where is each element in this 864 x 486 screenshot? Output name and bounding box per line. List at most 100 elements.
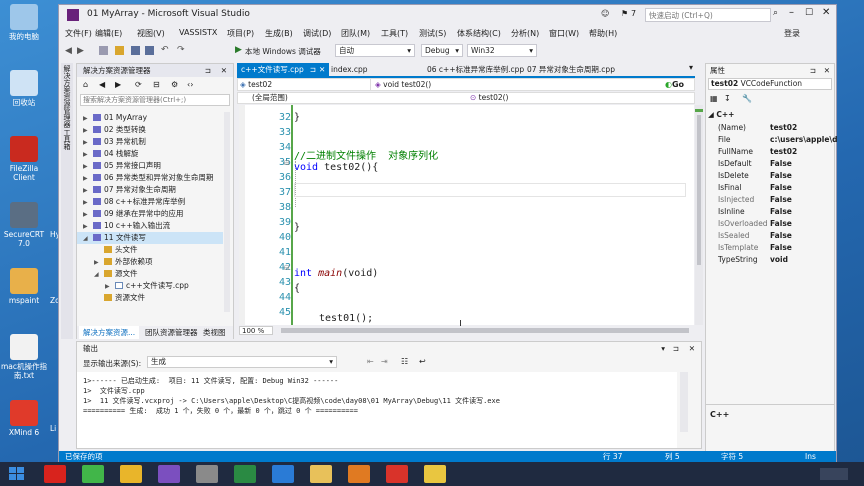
tree-item[interactable]: ▶ 01 MyArray	[77, 112, 223, 124]
desktop-icon[interactable]: mac机操作指南.txt	[0, 334, 48, 380]
minimize-button[interactable]: –	[789, 7, 794, 18]
function-nav-dropdown[interactable]: ◈ void test02()	[370, 79, 662, 90]
pin-icon[interactable]: ⊐	[810, 64, 816, 77]
zoom-dropdown[interactable]: 100 %	[239, 326, 273, 335]
chrome-icon[interactable]	[120, 465, 142, 483]
property-pages-icon[interactable]: 🔧	[742, 94, 752, 103]
tree-item[interactable]: ▶ c++文件读写.cpp	[77, 280, 223, 292]
output-source-dropdown[interactable]: 生成 ▾	[147, 356, 337, 368]
tree-item[interactable]: ▶ 09 继承在异常中的应用	[77, 208, 223, 220]
xmind-icon[interactable]	[386, 465, 408, 483]
tree-item[interactable]: ▶ 06 异常类型和异常对象生命周期	[77, 172, 223, 184]
login-link[interactable]: 登录	[784, 28, 800, 39]
menu-item[interactable]: 工具(T)	[381, 28, 408, 39]
menu-item[interactable]: 分析(N)	[511, 28, 539, 39]
menu-item[interactable]: 团队(M)	[341, 28, 370, 39]
editor-tab[interactable]: 06 c++标准异常库举例.cpp	[423, 63, 528, 76]
properties-object-dropdown[interactable]: test02 VCCodeFunction	[708, 78, 832, 90]
clear-all-icon[interactable]: ☷	[401, 357, 408, 366]
property-row[interactable]: IsFinal False	[706, 182, 834, 194]
platform-dropdown[interactable]: Win32 ▾	[467, 44, 537, 57]
close-tab-icon[interactable]: ✕	[319, 65, 325, 74]
menu-item[interactable]: 项目(P)	[227, 28, 254, 39]
tree-item[interactable]: ▶ 02 类型转换	[77, 124, 223, 136]
search-icon[interactable]: ⌕	[773, 8, 778, 18]
system-tray[interactable]	[820, 468, 848, 480]
visual-studio-icon[interactable]	[158, 465, 180, 483]
editor-tab[interactable]: index.cpp	[327, 63, 372, 76]
save-icon[interactable]	[131, 46, 140, 55]
qt-icon[interactable]	[82, 465, 104, 483]
prev-message-icon[interactable]: ⇤	[367, 357, 374, 366]
editor-tab[interactable]: 07 异常对象生命周期.cpp	[523, 63, 619, 76]
collapse-all-icon[interactable]: ⊟	[153, 80, 160, 89]
feiq-icon[interactable]	[424, 465, 446, 483]
menu-item[interactable]: 帮助(H)	[589, 28, 617, 39]
vassistx-icon[interactable]	[196, 465, 218, 483]
solution-bottom-tab[interactable]: 团队资源管理器	[141, 326, 202, 339]
outline-collapse-icon[interactable]: ⊟	[284, 159, 290, 167]
property-row[interactable]: IsDefault False	[706, 158, 834, 170]
excel-icon[interactable]	[234, 465, 256, 483]
solution-search-input[interactable]	[80, 94, 230, 106]
tree-item[interactable]: ▶ 05 异常接口声明	[77, 160, 223, 172]
properties-icon[interactable]: ⚙	[171, 80, 178, 89]
solution-config-dropdown[interactable]: 自动 ▾	[335, 44, 415, 57]
close-panel-icon[interactable]: ✕	[824, 64, 830, 77]
side-tab-solution[interactable]: 解决方案资源管理器	[62, 65, 72, 128]
tree-item[interactable]: ▶ 04 栈解旋	[77, 148, 223, 160]
scope-dropdown[interactable]: (全局范围)	[252, 93, 288, 103]
menu-item[interactable]: 编辑(E)	[95, 28, 122, 39]
feedback-icon[interactable]: ☺	[601, 9, 609, 18]
property-row[interactable]: IsSealed False	[706, 230, 834, 242]
property-row[interactable]: File c:\users\apple\d	[706, 134, 838, 146]
menu-item[interactable]: 生成(B)	[265, 28, 293, 39]
member-dropdown[interactable]: ⊙ test02()	[470, 93, 508, 103]
explorer-icon[interactable]	[310, 465, 332, 483]
tree-item[interactable]: ◢ 源文件	[77, 268, 223, 280]
alphabetical-icon[interactable]: ↧	[724, 94, 731, 103]
tree-item[interactable]: 头文件	[77, 244, 223, 256]
start-icon[interactable]	[6, 465, 28, 483]
property-row[interactable]: TypeString void	[706, 254, 834, 266]
pin-icon[interactable]: ⊐	[310, 65, 316, 74]
code-view-icon[interactable]: ‹›	[187, 80, 193, 89]
snagit-icon[interactable]	[348, 465, 370, 483]
config-dropdown[interactable]: Debug ▾	[421, 44, 463, 57]
output-scrollbar[interactable]	[680, 372, 688, 432]
record-icon[interactable]	[44, 465, 66, 483]
menu-item[interactable]: 窗口(W)	[549, 28, 579, 39]
project-nav-dropdown[interactable]: ◈ test02	[240, 79, 356, 90]
tree-item[interactable]: 资源文件	[77, 292, 223, 304]
open-icon[interactable]	[115, 46, 124, 55]
tree-item[interactable]: ▶ 07 异常对象生命周期	[77, 184, 223, 196]
property-row[interactable]: (Name) test02	[706, 122, 834, 134]
tree-item[interactable]: ▶ 03 异常机制	[77, 136, 223, 148]
sync-icon[interactable]: ⟳	[135, 80, 142, 89]
run-label[interactable]: 本地 Windows 调试器	[245, 46, 321, 57]
desktop-icon[interactable]: SecureCRT 7.0	[0, 202, 48, 248]
quick-launch-input[interactable]	[645, 8, 771, 22]
side-tab-toolbox[interactable]: 工具箱	[62, 129, 72, 150]
editor-tab[interactable]: c++文件读写.cpp ⊐ ✕	[237, 63, 330, 76]
horizontal-scrollbar[interactable]	[281, 328, 689, 333]
save-all-icon[interactable]	[145, 46, 154, 55]
editor-vertical-scrollbar[interactable]	[695, 105, 703, 325]
tree-item[interactable]: ▶ 10 c++输入输出流	[77, 220, 223, 232]
outline-collapse-icon[interactable]: ⊟	[284, 264, 290, 272]
property-row[interactable]: IsInjected False	[706, 194, 834, 206]
property-row[interactable]: IsTemplate False	[706, 242, 834, 254]
word-wrap-icon[interactable]: ↩	[419, 357, 426, 366]
redo-icon[interactable]: ↷	[177, 45, 185, 55]
notification-flag-icon[interactable]: ⚑	[621, 9, 628, 18]
tab-list-chevron-icon[interactable]: ▾	[689, 63, 693, 72]
desktop-icon[interactable]: mspaint	[0, 268, 48, 305]
start-debug-icon[interactable]: ▶	[235, 45, 242, 55]
tree-item[interactable]: ▶ 外部依赖项	[77, 256, 223, 268]
menu-item[interactable]: 测试(S)	[419, 28, 446, 39]
desktop-icon[interactable]: FileZilla Client	[0, 136, 48, 182]
property-row[interactable]: IsOverloaded False	[706, 218, 834, 230]
scroll-thumb[interactable]	[697, 115, 701, 265]
menu-item[interactable]: 视图(V)	[137, 28, 165, 39]
undo-icon[interactable]: ↶	[161, 45, 169, 55]
